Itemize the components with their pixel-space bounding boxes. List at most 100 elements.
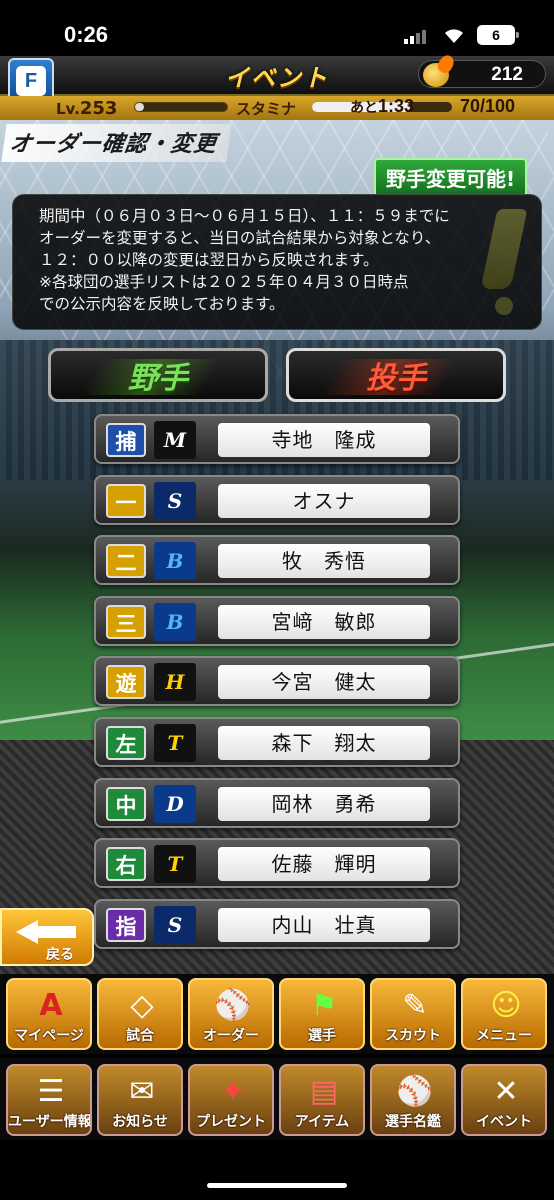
back-button-label: 戻る (46, 947, 74, 963)
exp-bar-fill (135, 103, 145, 111)
page-title: オーダー確認・変更 (1, 124, 232, 162)
position-badge: 一 (106, 483, 146, 518)
position-badge: 右 (106, 847, 146, 882)
player-name: 内山 壮真 (218, 907, 430, 942)
notice-line: 期間中（０６月０３日〜０６月１５日）、１１：５９までに (39, 207, 450, 225)
position-badge: 指 (106, 907, 146, 942)
mypage-icon: A (39, 988, 63, 1023)
team-logo-icon: H (154, 663, 196, 702)
stamina-label: スタミナ (236, 100, 297, 118)
stamina-recovery-timer: 1:33 (378, 96, 415, 116)
mascot-icon: ☺ (490, 988, 522, 1023)
menu-label: スカウト (385, 1028, 441, 1044)
position-badge: 左 (106, 725, 146, 760)
notice-line: オーダーを変更すると、当日の試合結果から対象となり、 (39, 229, 441, 247)
menu-order-button[interactable]: ⚾ オーダー (188, 978, 274, 1050)
status-bar: 0:26 6 (0, 0, 554, 56)
lineup-row[interactable]: 左 T 森下 翔太 (94, 716, 460, 767)
menu-label: 選手 (308, 1028, 336, 1044)
menu-label: プレゼント (196, 1114, 266, 1130)
lineup-row[interactable]: 右 T 佐藤 輝明 (94, 838, 460, 889)
sub-menu: ☰ ユーザー情報 ✉ お知らせ ✦ プレゼント ▤ アイテム ⚾ 選手名鑑 ✕ イベント (0, 1058, 554, 1140)
cell-signal-icon (404, 28, 426, 44)
currency-display[interactable]: 212 (418, 52, 546, 88)
tab-pitcher[interactable]: 投手 (286, 348, 506, 402)
player-name: 宮﨑 敏郎 (218, 604, 430, 639)
menu-label: イベント (476, 1114, 532, 1130)
status-time: 0:26 (64, 22, 109, 47)
player-name: 今宮 健太 (218, 665, 430, 700)
position-badge: 捕 (106, 423, 146, 457)
menu-mypage-button[interactable]: A マイページ (6, 978, 92, 1050)
lineup-row[interactable]: 中 D 岡林 勇希 (94, 777, 460, 828)
menu-label: 試合 (126, 1028, 154, 1044)
menu-label: マイページ (14, 1028, 84, 1044)
news-icon: ✉ (129, 1074, 155, 1109)
menu-menu-button[interactable]: ☺ メニュー (461, 978, 547, 1050)
lineup-row[interactable]: 三 B 宮﨑 敏郎 (94, 595, 460, 646)
player-name: 森下 翔太 (218, 725, 430, 760)
menu-label: ユーザー情報 (8, 1114, 92, 1130)
player-name: 寺地 隆成 (218, 423, 430, 457)
stamina-recovery-label: あと (350, 100, 378, 116)
team-logo-icon: D (154, 784, 196, 823)
team-logo-icon: S (154, 905, 196, 944)
player-name: 牧 秀悟 (218, 544, 430, 579)
menu-event-button[interactable]: ✕ イベント (461, 1064, 547, 1136)
menu-scout-button[interactable]: ✎ スカウト (370, 978, 456, 1050)
tab-pitcher-label: 投手 (366, 361, 426, 396)
notice-line: １２：００以降の変更は翌日から反映されます。 (39, 251, 379, 269)
item-book-icon: ▤ (309, 1074, 339, 1109)
scout-icon: ✎ (402, 988, 428, 1023)
menu-user-info-button[interactable]: ☰ ユーザー情報 (6, 1064, 92, 1136)
lineup-row[interactable]: 捕 M 寺地 隆成 (94, 414, 460, 464)
menu-label: お知らせ (112, 1114, 168, 1130)
level-label: Lv.253 (56, 98, 117, 119)
player-icon: ⚑ (310, 988, 338, 1023)
page-header-title: イベント (225, 64, 329, 92)
battery-icon: 6 (477, 25, 519, 45)
position-badge: 三 (106, 604, 146, 639)
menu-label: アイテム (294, 1114, 350, 1130)
menu-label: オーダー (203, 1028, 259, 1044)
menu-player-button[interactable]: ⚑ 選手 (279, 978, 365, 1050)
position-badge: 二 (106, 544, 146, 579)
menu-label: 選手名鑑 (385, 1114, 441, 1130)
menu-news-button[interactable]: ✉ お知らせ (97, 1064, 183, 1136)
team-logo-icon: T (154, 845, 196, 884)
crossed-bats-icon: ✕ (493, 1074, 519, 1109)
menu-item-button[interactable]: ▤ アイテム (279, 1064, 365, 1136)
lineup-row[interactable]: 指 S 内山 壮真 (94, 898, 460, 949)
menu-game-button[interactable]: ◇ 試合 (97, 978, 183, 1050)
player-name: 佐藤 輝明 (218, 847, 430, 882)
tab-fielder-label: 野手 (128, 361, 188, 396)
team-logo-icon: T (154, 723, 196, 762)
back-button[interactable]: 戻る (0, 908, 94, 966)
notice-line: ※各球団の選手リストは２０２５年０４月３０日時点 (39, 273, 409, 291)
notice-line: での公示内容を反映しております。 (39, 295, 285, 313)
lineup-row[interactable]: 二B 牧 秀悟 (94, 535, 460, 586)
currency-value: 212 (491, 64, 523, 85)
position-badge: 中 (106, 786, 146, 821)
user-info-icon: ☰ (37, 1074, 65, 1109)
menu-player-directory-button[interactable]: ⚾ 選手名鑑 (370, 1064, 456, 1136)
stamina-value: 70/100 (460, 96, 516, 116)
main-menu: A マイページ ◇ 試合 ⚾ オーダー ⚑ 選手 ✎ スカウト ☺ メニュー (0, 974, 554, 1054)
level-value: 253 (79, 98, 118, 119)
level-prefix: Lv. (56, 100, 80, 118)
lineup-list: 捕 M 寺地 隆成 一 S オスナ 二B牧 秀悟 三 B 宮﨑 敏郎 遊 H 今宮 健太 左T森… (94, 414, 460, 959)
position-badge: 遊 (106, 665, 146, 700)
team-logo-icon: B (154, 602, 196, 641)
team-logo-icon: M (154, 421, 196, 459)
lineup-row[interactable]: 一 S オスナ (94, 474, 460, 525)
tab-fielder[interactable]: 野手 (48, 348, 268, 402)
gift-icon: ✦ (220, 1074, 246, 1109)
status-badge: 野手変更可能! (374, 158, 528, 197)
exp-bar (134, 102, 228, 112)
menu-label: メニュー (476, 1028, 532, 1044)
f-badge-icon: F (16, 66, 46, 96)
menu-present-button[interactable]: ✦ プレゼント (188, 1064, 274, 1136)
player-name: 岡林 勇希 (218, 786, 430, 821)
wifi-icon (445, 29, 463, 43)
lineup-row[interactable]: 遊 H 今宮 健太 (94, 656, 460, 707)
